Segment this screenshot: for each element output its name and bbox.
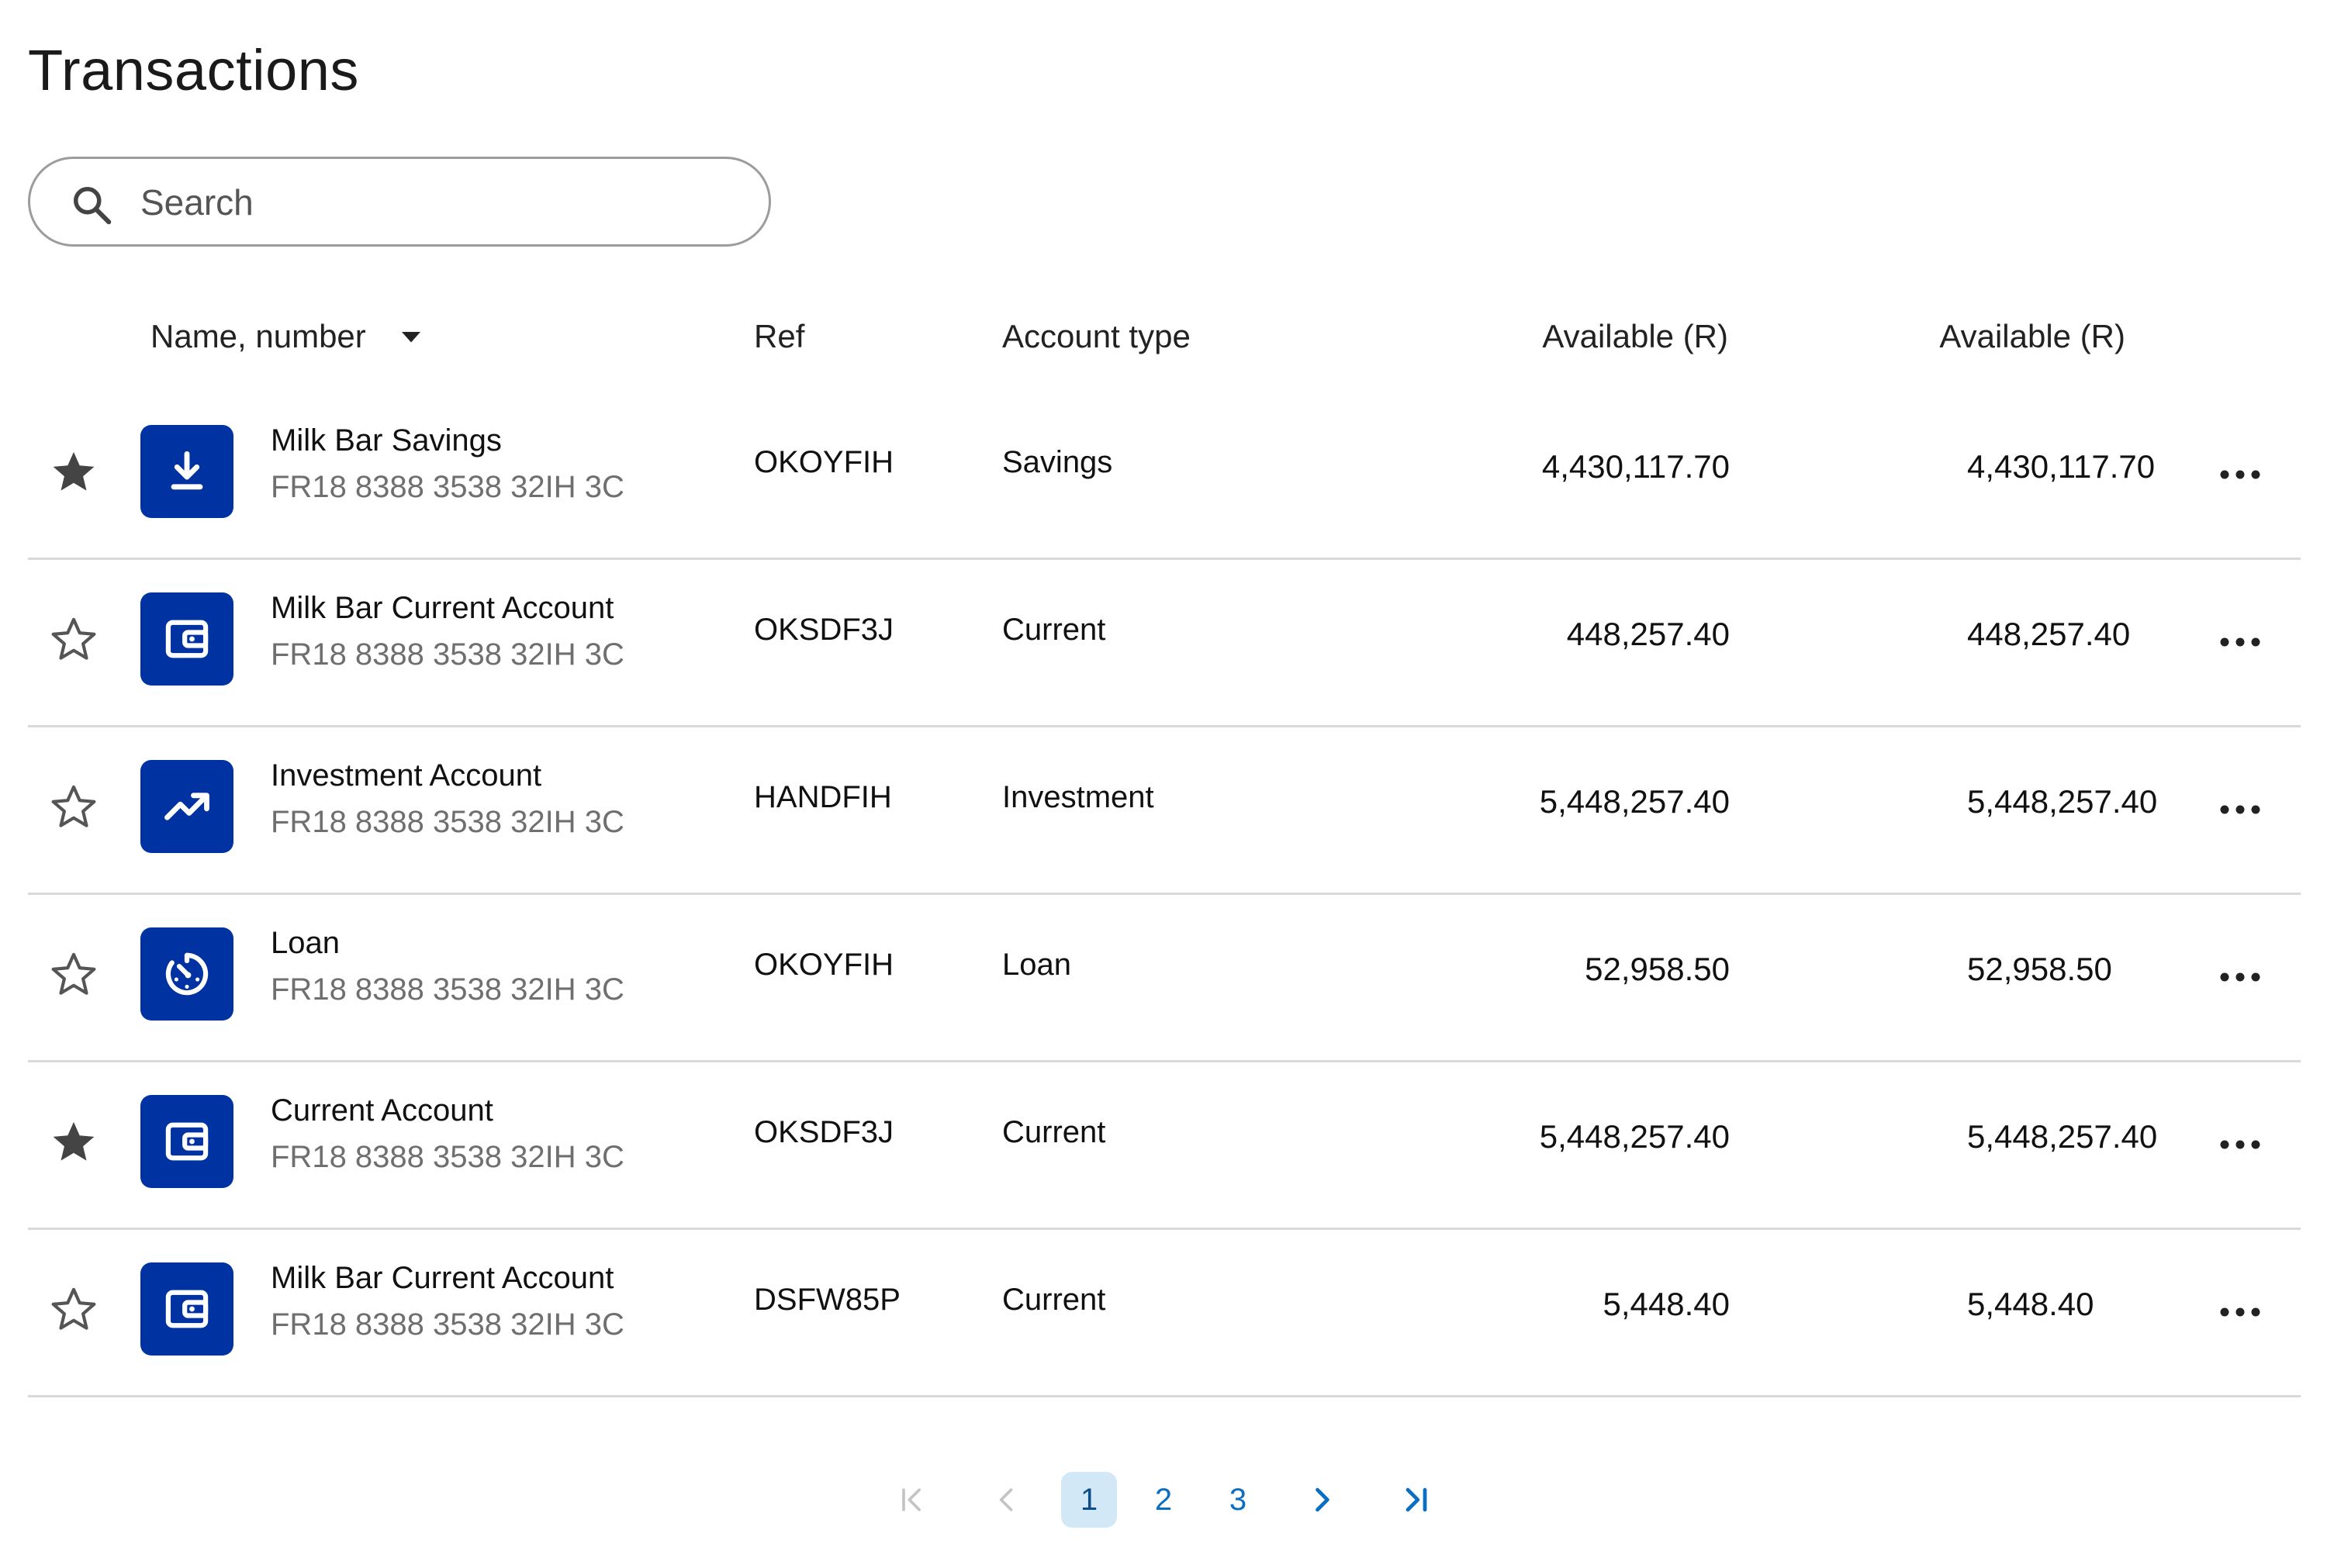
ref-cell: DSFW85P [754, 1283, 901, 1317]
star-outline-icon[interactable] [48, 614, 99, 665]
search-input[interactable] [140, 178, 730, 227]
more-options-icon[interactable] [2209, 444, 2271, 506]
more-options-icon[interactable] [2209, 1114, 2271, 1176]
column-header-available-1: Available (R) [1542, 318, 1728, 354]
table-row[interactable]: Milk Bar Savings FR18 8388 3538 32IH 3C … [28, 392, 2301, 560]
more-options-icon[interactable] [2209, 779, 2271, 841]
ref-cell: OKOYFIH [754, 445, 894, 479]
star-outline-icon[interactable] [48, 782, 99, 833]
account-type-cell: Savings [1002, 445, 1113, 479]
available-1-cell: 4,430,117.70 [1541, 448, 1730, 485]
account-name: Current Account [271, 1093, 493, 1128]
star-filled-icon[interactable] [48, 447, 99, 498]
account-number: FR18 8388 3538 32IH 3C [271, 637, 624, 672]
page-2-button[interactable]: 2 [1136, 1472, 1191, 1528]
table-row[interactable]: Milk Bar Current Account FR18 8388 3538 … [28, 560, 2301, 727]
previous-page-icon[interactable] [979, 1472, 1035, 1528]
pagination: 1 2 3 [0, 1472, 2327, 1534]
available-2-cell: 52,958.50 [1967, 951, 2112, 987]
available-2-cell: 448,257.40 [1967, 616, 2131, 652]
column-header-name[interactable]: Name, number [150, 318, 425, 355]
loan-timer-icon [140, 927, 233, 1021]
account-number: FR18 8388 3538 32IH 3C [271, 972, 624, 1007]
available-2-cell: 5,448,257.40 [1967, 1118, 2158, 1155]
available-2-cell: 4,430,117.70 [1967, 448, 2156, 485]
ref-cell: OKSDF3J [754, 1115, 894, 1149]
trending-up-icon [140, 760, 233, 853]
account-name: Milk Bar Savings [271, 423, 502, 458]
account-type-cell: Current [1002, 613, 1106, 647]
column-header-available-2: Available (R) [1939, 318, 2125, 354]
table-row[interactable]: Loan FR18 8388 3538 32IH 3C OKOYFIH Loan… [28, 895, 2301, 1062]
star-outline-icon[interactable] [48, 949, 99, 1000]
account-number: FR18 8388 3538 32IH 3C [271, 470, 624, 504]
star-filled-icon[interactable] [48, 1117, 99, 1168]
last-page-icon[interactable] [1388, 1472, 1444, 1528]
column-header-account-type: Account type [1002, 318, 1191, 354]
sort-down-icon [401, 332, 420, 343]
account-name: Milk Bar Current Account [271, 591, 614, 625]
page-3-button[interactable]: 3 [1210, 1472, 1266, 1528]
ref-cell: OKOYFIH [754, 948, 894, 982]
account-number: FR18 8388 3538 32IH 3C [271, 1307, 624, 1342]
wallet-icon [140, 592, 233, 686]
account-type-cell: Current [1002, 1115, 1106, 1149]
more-options-icon[interactable] [2209, 611, 2271, 673]
table-row[interactable]: Investment Account FR18 8388 3538 32IH 3… [28, 727, 2301, 895]
star-outline-icon[interactable] [48, 1284, 99, 1335]
transactions-page: Transactions Name, number Ref Account ty… [0, 0, 2327, 1568]
available-1-cell: 5,448,257.40 [1539, 783, 1730, 820]
account-type-cell: Investment [1002, 780, 1154, 814]
ref-cell: HANDFIH [754, 780, 892, 814]
wallet-icon [140, 1262, 233, 1356]
account-name: Milk Bar Current Account [271, 1261, 614, 1295]
more-options-icon[interactable] [2209, 1281, 2271, 1343]
account-number: FR18 8388 3538 32IH 3C [271, 1140, 624, 1174]
more-options-icon[interactable] [2209, 946, 2271, 1008]
account-type-cell: Current [1002, 1283, 1106, 1317]
available-1-cell: 5,448,257.40 [1539, 1118, 1730, 1155]
next-page-icon[interactable] [1294, 1472, 1350, 1528]
page-title: Transactions [28, 38, 359, 102]
available-2-cell: 5,448,257.40 [1967, 783, 2158, 820]
available-2-cell: 5,448.40 [1967, 1286, 2094, 1322]
available-1-cell: 5,448.40 [1603, 1286, 1731, 1322]
savings-download-icon [140, 425, 233, 518]
wallet-icon [140, 1095, 233, 1188]
available-1-cell: 448,257.40 [1566, 616, 1730, 652]
account-number: FR18 8388 3538 32IH 3C [271, 805, 624, 839]
first-page-icon[interactable] [884, 1472, 940, 1528]
table-row[interactable]: Milk Bar Current Account FR18 8388 3538 … [28, 1230, 2301, 1397]
ref-cell: OKSDF3J [754, 613, 894, 647]
account-type-cell: Loan [1002, 948, 1071, 982]
table-row[interactable]: Current Account FR18 8388 3538 32IH 3C O… [28, 1062, 2301, 1230]
search-icon [74, 187, 112, 225]
account-name: Investment Account [271, 758, 542, 793]
column-header-name-label: Name, number [150, 318, 366, 354]
page-1-button[interactable]: 1 [1061, 1472, 1117, 1528]
available-1-cell: 52,958.50 [1585, 951, 1730, 987]
column-header-ref: Ref [754, 318, 805, 354]
search-box[interactable] [28, 157, 771, 247]
account-name: Loan [271, 926, 340, 960]
